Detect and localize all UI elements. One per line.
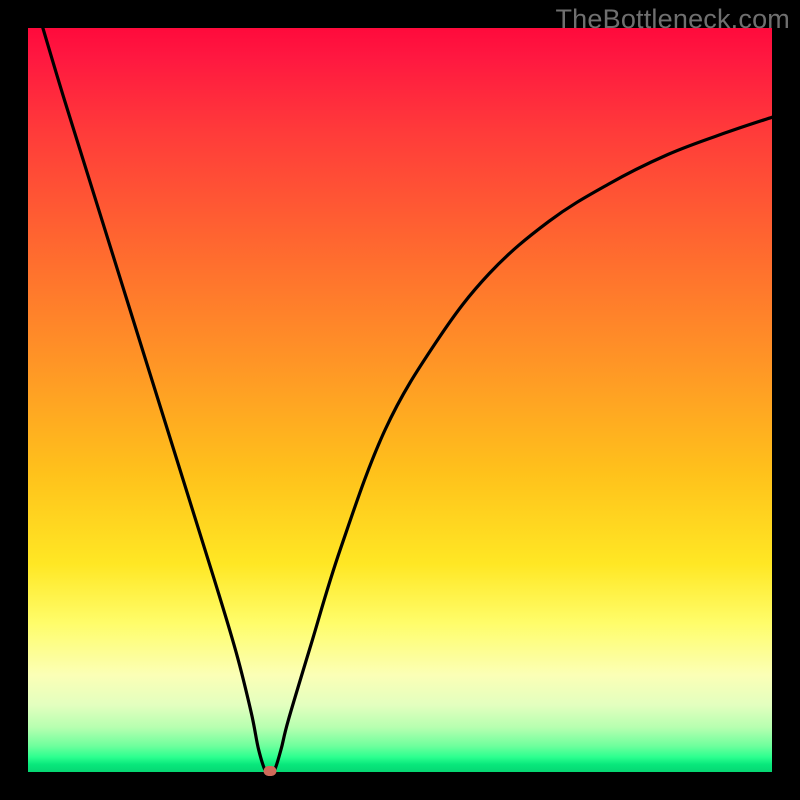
plot-area <box>28 28 772 772</box>
curve-svg <box>28 28 772 772</box>
minimum-marker <box>263 766 276 776</box>
bottleneck-curve <box>43 28 772 772</box>
watermark-text: TheBottleneck.com <box>555 4 790 35</box>
chart-frame: TheBottleneck.com <box>0 0 800 800</box>
